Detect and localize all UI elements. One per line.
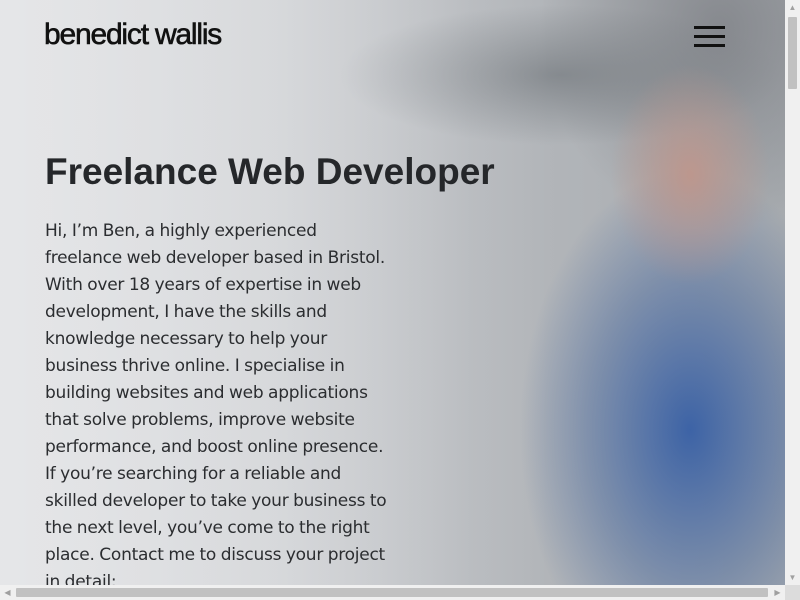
vertical-scrollbar[interactable]: ▲ ▼	[785, 0, 800, 585]
site-header: benedict wallis	[0, 0, 785, 75]
scroll-up-arrow-icon[interactable]: ▲	[785, 0, 800, 15]
hero-section: Freelance Web Developer Hi, I’m Ben, a h…	[45, 150, 495, 585]
scroll-down-arrow-icon[interactable]: ▼	[785, 570, 800, 585]
horizontal-scrollbar[interactable]: ◀ ▶	[0, 585, 785, 600]
hamburger-menu-icon[interactable]	[694, 26, 726, 50]
page-title: Freelance Web Developer	[45, 151, 495, 192]
vertical-scroll-thumb[interactable]	[788, 17, 797, 89]
page-viewport: benedict wallis Freelance Web Developer …	[0, 0, 785, 585]
menu-bar-middle	[694, 35, 725, 38]
scrollbar-corner	[785, 585, 800, 600]
hero-intro-text: Hi, I’m Ben, a highly experienced freela…	[45, 221, 387, 585]
menu-bar-top	[694, 26, 725, 29]
menu-bar-bottom	[694, 44, 725, 47]
site-logo[interactable]: benedict wallis	[44, 18, 223, 52]
horizontal-scroll-thumb[interactable]	[16, 588, 768, 597]
scroll-left-arrow-icon[interactable]: ◀	[0, 585, 15, 600]
scroll-right-arrow-icon[interactable]: ▶	[770, 585, 785, 600]
